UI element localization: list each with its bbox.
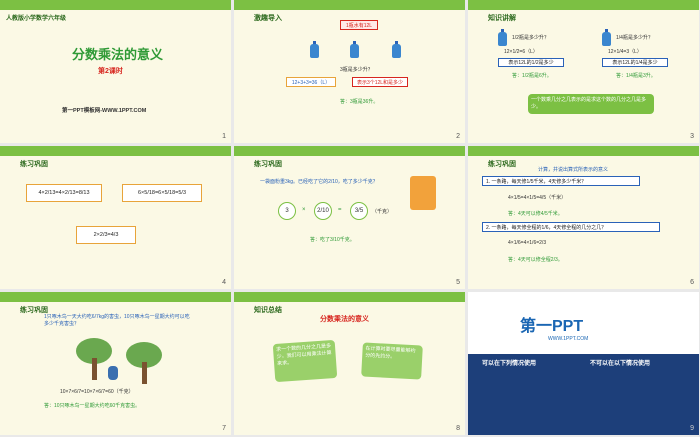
exercise-a: 4×2/13=4×2/13=8/13 [26,184,102,202]
exercise-b: 6×5/18=6×5/18=5/3 [122,184,202,202]
question-2: 2. 一条路，每天修全程的1/6，4天修全程的几分之几？ [482,222,660,232]
slide-number: 6 [690,279,694,286]
tree-trunk [92,358,97,380]
slide-5-thumbnail[interactable]: 练习巩固 一袋面粉重3kg。已经吃了它的2/10，吃了多少千克？ 3 × 2/1… [234,146,465,289]
hint-box: 表示3个12L和是多少 [352,77,408,87]
question-text: 3瓶是多少升？ [340,67,373,73]
slide-number: 9 [690,425,694,432]
formula-box: 12+3+3=36（L） [286,77,336,87]
usage-allowed-title: 可以在下列情况使用 [482,361,537,367]
water-bottle-icon [498,29,507,46]
answer-text: 答：吃了3/10千克。 [310,237,355,243]
slide-number: 3 [690,133,694,140]
summary-point-2: 在计算时要尽量能够约分的先约分。 [361,342,423,380]
left-meaning-box: 表示12L的1/2是多少 [498,58,564,67]
slide-band [0,292,231,302]
grade-label: 人教版小学数学六年级 [6,16,67,22]
slide-8-thumbnail[interactable]: 知识总结 分数乘法的意义 求一个数的几分之几是多少，我们可以用乘法计算来求。 在… [234,292,465,435]
child-figure-icon [108,366,118,380]
result: 3/5 [350,202,368,220]
left-answer: 答：1/2瓶是6升。 [512,73,552,79]
flour-bag-icon [410,176,436,210]
section-header: 练习巩固 [488,161,516,168]
answer-2: 答：4天可以修全程2/3。 [508,257,563,263]
water-bottle-icon [602,29,611,46]
slide-band [234,146,465,156]
right-formula: 12×1/4=3（L） [608,49,642,55]
left-formula: 12×1/2=6（L） [504,49,538,55]
slide-band [0,146,231,156]
section-header: 激趣导入 [254,15,282,22]
tree-trunk [142,362,147,384]
question-text: 一袋面粉重3kg。已经吃了它的2/10，吃了多少千克？ [260,179,378,185]
left-question: 1/2瓶是多少升？ [512,35,549,41]
slide-3-thumbnail[interactable]: 知识讲解 1/2瓶是多少升？ 12×1/2=6（L） 表示12L的1/2是多少 … [468,0,699,143]
slide-number: 2 [456,133,460,140]
section-header: 知识讲解 [488,15,516,22]
slide-band [468,146,699,156]
right-answer: 答：1/4瓶是3升。 [616,73,656,79]
equation-1: 4×1/5=4×1/5=4/5（千米） [508,195,567,201]
answer-1: 答：4天可以修4/5千米。 [508,211,563,217]
section-header: 练习巩固 [254,161,282,168]
slide-number: 7 [222,425,226,432]
brand-logo: 第一PPT [520,318,584,335]
equation-2: 4×1/6=4×1/6=2/3 [508,240,547,246]
operator-times: × [302,207,306,213]
usage-denied-title: 不可以在以下情况使用 [590,361,651,367]
section-header: 知识总结 [254,307,282,314]
slide-2-thumbnail[interactable]: 激趣导入 1瓶水有12L 3瓶是多少升？ 12+3+3=36（L） 表示3个12… [234,0,465,143]
lesson-title: 分数乘法的意义 [72,47,164,62]
slide-1-thumbnail[interactable]: 人教版小学数学六年级 分数乘法的意义 第2课时 第一PPT模板网-WWW.1PP… [0,0,231,143]
lesson-subtitle: 第2课时 [98,68,123,75]
summary-point-1: 求一个数的几分之几是多少，我们可以用乘法计算来求。 [272,339,338,383]
bottle-tag: 1瓶水有12L [340,20,378,30]
water-bottle-icon [392,41,401,58]
slide-6-thumbnail[interactable]: 练习巩固 计算，并说出算式所表示的意义 1. 一条路，每天修1/5千米，4天修多… [468,146,699,289]
slide-number: 1 [222,133,226,140]
site-label: 第一PPT模板网-WWW.1PPT.COM [62,108,147,114]
slide-band [468,0,699,10]
slide-7-thumbnail[interactable]: 练习巩固 1只啄木鸟一天大约吃6/7kg的害虫，10只啄木鸟一星期大约可以吃多少… [0,292,231,435]
summary-title: 分数乘法的意义 [320,316,369,323]
brand-url: WWW.1PPT.COM [548,336,589,342]
right-meaning-box: 表示12L的1/4是多少 [602,58,668,67]
slide-band [0,0,231,10]
unit-label: （千克） [372,209,393,215]
question-1: 1. 一条路，每天修1/5千米，4天修多少千米？ [482,176,640,186]
operator-equals: = [338,207,342,213]
operand-2: 2/10 [314,202,332,220]
slide-band [234,292,465,302]
question-text: 1只啄木鸟一天大约吃6/7kg的害虫，10只啄木鸟一星期大约可以吃多少千克害虫？ [44,314,190,327]
equation: 10×7×6/7=10×7×6/7=60（千克） [60,389,134,395]
slide-number: 4 [222,279,226,286]
water-bottle-icon [350,41,359,58]
answer-text: 答：10只啄木鸟一星期大约吃60千克害虫。 [44,403,141,409]
instruction: 计算，并说出算式所表示的意义 [538,167,609,173]
operand-1: 3 [278,202,296,220]
answer-text: 答：3瓶是36升。 [340,99,379,105]
exercise-c: 2×2/3=4/3 [76,226,136,244]
slide-band [234,0,465,10]
slide-number: 8 [456,425,460,432]
section-header: 练习巩固 [20,161,48,168]
slide-4-thumbnail[interactable]: 练习巩固 4×2/13=4×2/13=8/13 6×5/18=6×5/18=5/… [0,146,231,289]
right-question: 1/4瓶是多少升？ [616,35,653,41]
water-bottle-icon [310,41,319,58]
slide-9-thumbnail[interactable]: 第一PPT WWW.1PPT.COM 可以在下列情况使用 不可以在以下情况使用 … [468,292,699,435]
slide-number: 5 [456,279,460,286]
rule-note: 一个数乘几分之几表示的是求这个数的几分之几是多少。 [528,94,654,114]
